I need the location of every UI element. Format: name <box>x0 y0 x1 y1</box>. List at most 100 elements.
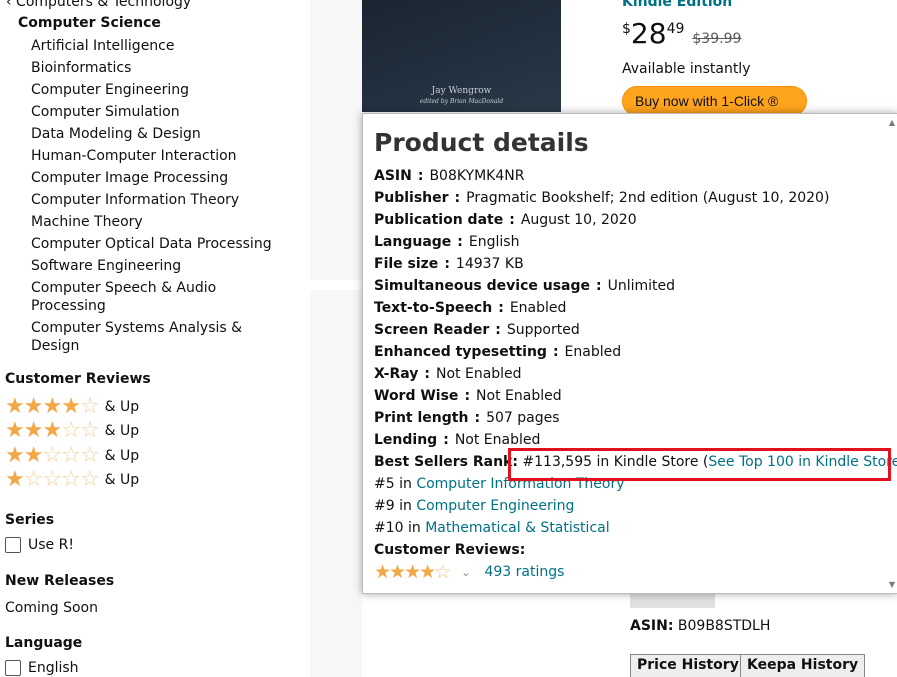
asin-label: ASIN: <box>630 618 674 634</box>
obscured-rank-line <box>630 594 890 608</box>
detail-row: File size:14937 KB <box>374 256 524 272</box>
scroll-down-arrow-icon[interactable]: ▼ <box>889 580 895 589</box>
scroll-up-arrow-icon[interactable]: ▲ <box>889 118 895 127</box>
star-filter-4-up[interactable]: ★ ★ ★ ★ ☆ & Up <box>5 396 139 418</box>
best-sellers-highlight-box <box>508 448 891 481</box>
star-full-icon[interactable]: ★ <box>419 561 436 583</box>
star-filter-1-up[interactable]: ★ ☆ ☆ ☆ ☆ & Up <box>5 469 139 491</box>
book-cover-image[interactable]: Jay Wengrow edited by Brian MacDonald <box>362 0 561 112</box>
checkbox[interactable] <box>5 660 21 676</box>
detail-row: Text-to-Speech: Enabled <box>374 300 567 316</box>
customer-reviews-row: Customer Reviews: <box>374 539 884 561</box>
subcategory-item[interactable]: Machine Theory <box>31 213 291 231</box>
detail-row: X-Ray: Not Enabled <box>374 366 522 382</box>
detail-row: Language: English <box>374 234 520 250</box>
star-empty-icon: ☆ <box>61 443 81 468</box>
left-sidebar: ‹ Computers & Technology Computer Scienc… <box>0 0 300 677</box>
details-list: ASIN: B08KYMK4NR Publisher: Pragmatic Book… <box>374 165 897 583</box>
new-releases-heading: New Releases <box>5 573 115 589</box>
sub-rank-row: #9 in Computer Engineering <box>374 495 884 517</box>
star-filter-3-up[interactable]: ★ ★ ★ ☆ ☆ & Up <box>5 420 139 442</box>
star-full-icon: ★ <box>23 418 44 443</box>
series-option-label: Use R! <box>28 537 74 553</box>
keepa-history-button[interactable]: Keepa History <box>740 654 866 677</box>
sub-rank-row: #10 in Mathematical & Statistical <box>374 517 884 539</box>
ratings-count-link[interactable]: 493 ratings <box>484 564 564 580</box>
subcategory-item[interactable]: Computer Image Processing <box>31 169 291 187</box>
series-heading: Series <box>5 512 55 528</box>
availability: Available instantly <box>622 61 751 77</box>
detail-row: Simultaneous device usage: Unlimited <box>374 278 676 294</box>
popover-title: Product details <box>374 128 589 157</box>
asin-line: ASIN: B09B8STDLH <box>630 618 770 634</box>
price-history-button[interactable]: Price History <box>630 654 746 677</box>
subcategory-item[interactable]: Computer Information Theory <box>31 191 291 209</box>
coming-soon-link[interactable]: Coming Soon <box>5 600 98 616</box>
detail-key: Lending <box>374 432 438 448</box>
series-filter-use-r[interactable]: Use R! <box>5 537 74 553</box>
detail-key: ASIN <box>374 168 412 184</box>
cover-author: Jay Wengrow <box>431 86 492 96</box>
star-full-icon: ★ <box>5 467 25 492</box>
and-up-label: & Up <box>104 423 140 439</box>
star-half-icon[interactable]: ☆ <box>434 561 451 583</box>
star-full-icon[interactable]: ★ <box>404 561 421 583</box>
detail-key: File size <box>374 256 439 272</box>
star-empty-icon: ☆ <box>79 418 100 443</box>
detail-value: Not Enabled <box>476 388 562 404</box>
sub-rank-category-link[interactable]: Mathematical & Statistical <box>425 520 609 536</box>
subcategory-item[interactable]: Computer Systems Analysis & Design <box>31 319 251 355</box>
and-up-label: & Up <box>104 448 140 464</box>
detail-value: Not Enabled <box>454 432 541 448</box>
detail-key: Language <box>374 234 452 250</box>
sub-rank-category-link[interactable]: Computer Engineering <box>416 498 574 514</box>
parent-category-link[interactable]: ‹ Computers & Technology <box>6 0 191 10</box>
format-kindle-edition[interactable]: Kindle Edition <box>622 0 732 10</box>
customer-reviews-label: Customer Reviews: <box>374 542 526 558</box>
subcategory-item[interactable]: Computer Engineering <box>31 81 291 99</box>
below-popover-area: ASIN: B09B8STDLH Price History Keepa His… <box>622 594 897 677</box>
cover-editor: edited by Brian MacDonald <box>419 98 504 105</box>
detail-value: Enabled <box>564 344 622 360</box>
star-empty-icon: ☆ <box>79 467 100 492</box>
sub-rank: #10 in <box>374 520 421 536</box>
star-empty-icon: ☆ <box>42 467 62 492</box>
subcategory-item[interactable]: Bioinformatics <box>31 59 291 77</box>
price-whole: 28 <box>630 17 667 50</box>
detail-key: Word Wise <box>374 388 459 404</box>
detail-row: ASIN: B08KYMK4NR <box>374 168 525 184</box>
star-full-icon: ★ <box>5 443 25 468</box>
star-empty-icon: ☆ <box>61 467 81 492</box>
page-gutter <box>310 0 362 677</box>
language-heading: Language <box>5 635 83 651</box>
star-full-icon[interactable]: ★ <box>389 561 406 583</box>
detail-row: Publication date: August 10, 2020 <box>374 212 637 228</box>
subcategory-item[interactable]: Computer Speech & Audio Processing <box>31 279 231 315</box>
subcategory-list: Artificial Intelligence Bioinformatics C… <box>31 37 291 359</box>
asin-value: B09B8STDLH <box>677 618 771 634</box>
star-full-icon: ★ <box>42 418 62 443</box>
subcategory-item[interactable]: Computer Simulation <box>31 103 291 121</box>
detail-value: August 10, 2020 <box>520 212 637 228</box>
subcategory-item[interactable]: Artificial Intelligence <box>31 37 291 55</box>
detail-row: Screen Reader: Supported <box>374 322 580 338</box>
list-price: $39.99 <box>692 31 742 47</box>
subcategory-item[interactable]: Human-Computer Interaction <box>31 147 291 165</box>
subcategory-item[interactable]: Computer Optical Data Processing <box>31 235 291 253</box>
subcategory-item[interactable]: Data Modeling & Design <box>31 125 291 143</box>
language-filter-english[interactable]: English <box>5 660 79 676</box>
buy-now-button[interactable]: Buy now with 1-Click ® <box>622 86 807 116</box>
detail-value: 14937 KB <box>455 256 524 272</box>
checkbox[interactable] <box>5 537 21 553</box>
star-filter-2-up[interactable]: ★ ★ ☆ ☆ ☆ & Up <box>5 445 139 467</box>
rating-summary: ★ ★ ★ ★ ☆ ⌄ 493 ratings <box>374 561 884 583</box>
and-up-label: & Up <box>104 399 140 415</box>
detail-key: Publication date <box>374 212 504 228</box>
star-full-icon[interactable]: ★ <box>374 561 391 583</box>
sub-rank: #5 in <box>374 476 412 492</box>
sub-rank: #9 in <box>374 498 412 514</box>
detail-value: Not Enabled <box>436 366 522 382</box>
subcategory-item[interactable]: Software Engineering <box>31 257 291 275</box>
star-empty-icon: ☆ <box>79 394 100 419</box>
chevron-down-icon[interactable]: ⌄ <box>461 566 470 579</box>
